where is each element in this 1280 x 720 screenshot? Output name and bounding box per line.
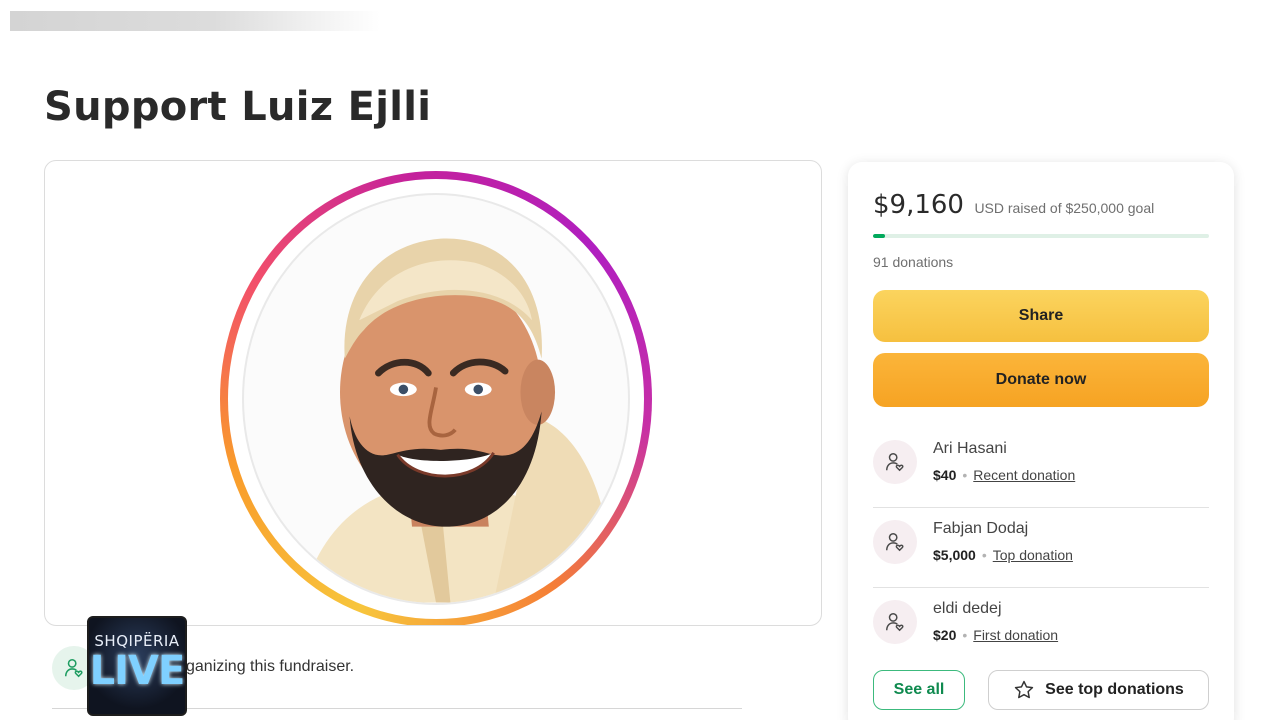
portrait-image <box>242 193 630 605</box>
raised-summary: $9,160 USD raised of $250,000 goal <box>873 190 1154 220</box>
donor-meta: $20 • First donation <box>933 627 1058 643</box>
raised-amount: $9,160 <box>873 190 964 220</box>
star-outline-icon <box>1014 680 1034 699</box>
donor-amount: $20 <box>933 627 957 643</box>
separator-dot: • <box>981 547 987 563</box>
donor-amount: $5,000 <box>933 547 976 563</box>
raised-goal-text: USD raised of $250,000 goal <box>974 200 1155 216</box>
person-heart-icon <box>886 533 904 552</box>
donor-name: Fabjan Dodaj <box>933 520 1029 537</box>
donor-meta: $5,000 • Top donation <box>933 547 1073 563</box>
donor-item[interactable]: Ari Hasani $40 • Recent donation <box>873 428 1209 508</box>
donor-label-link[interactable]: Top donation <box>993 547 1073 563</box>
donor-avatar <box>873 440 917 484</box>
person-heart-icon <box>886 613 904 632</box>
donor-label-link[interactable]: Recent donation <box>973 467 1075 483</box>
share-button[interactable]: Share <box>873 290 1209 342</box>
donation-count: 91 donations <box>873 254 954 270</box>
donate-now-button[interactable]: Donate now <box>873 353 1209 407</box>
progress-bar <box>873 234 1209 238</box>
donor-amount: $40 <box>933 467 957 483</box>
person-heart-icon <box>886 453 904 472</box>
donor-item[interactable]: Fabjan Dodaj $5,000 • Top donation <box>873 508 1209 588</box>
donor-avatar <box>873 520 917 564</box>
donor-name: eldi dedej <box>933 600 1002 617</box>
story-ring <box>220 171 652 625</box>
separator-dot: • <box>962 627 968 643</box>
donor-item[interactable]: eldi dedej $20 • First donation <box>873 588 1209 668</box>
watermark-main-text: LIVE <box>89 648 185 694</box>
donation-panel: $9,160 USD raised of $250,000 goal 91 do… <box>848 162 1234 720</box>
donor-meta: $40 • Recent donation <box>933 467 1075 483</box>
see-all-button[interactable]: See all <box>873 670 965 710</box>
organizer-text: ganizing this fundraiser. <box>186 658 355 675</box>
see-top-donations-button[interactable]: See top donations <box>988 670 1209 710</box>
person-heart-icon <box>64 658 83 678</box>
channel-logo-watermark: SHQIPËRIA LIVE <box>87 616 187 716</box>
donor-name: Ari Hasani <box>933 440 1007 457</box>
separator-dot: • <box>962 467 968 483</box>
page-title: Support Luiz Ejlli <box>44 84 432 130</box>
loading-bar <box>10 11 380 31</box>
donor-avatar <box>873 600 917 644</box>
donor-label-link[interactable]: First donation <box>973 627 1058 643</box>
hero-image-card <box>44 160 822 626</box>
progress-fill <box>873 234 886 238</box>
see-top-donations-label: See top donations <box>1045 681 1184 698</box>
